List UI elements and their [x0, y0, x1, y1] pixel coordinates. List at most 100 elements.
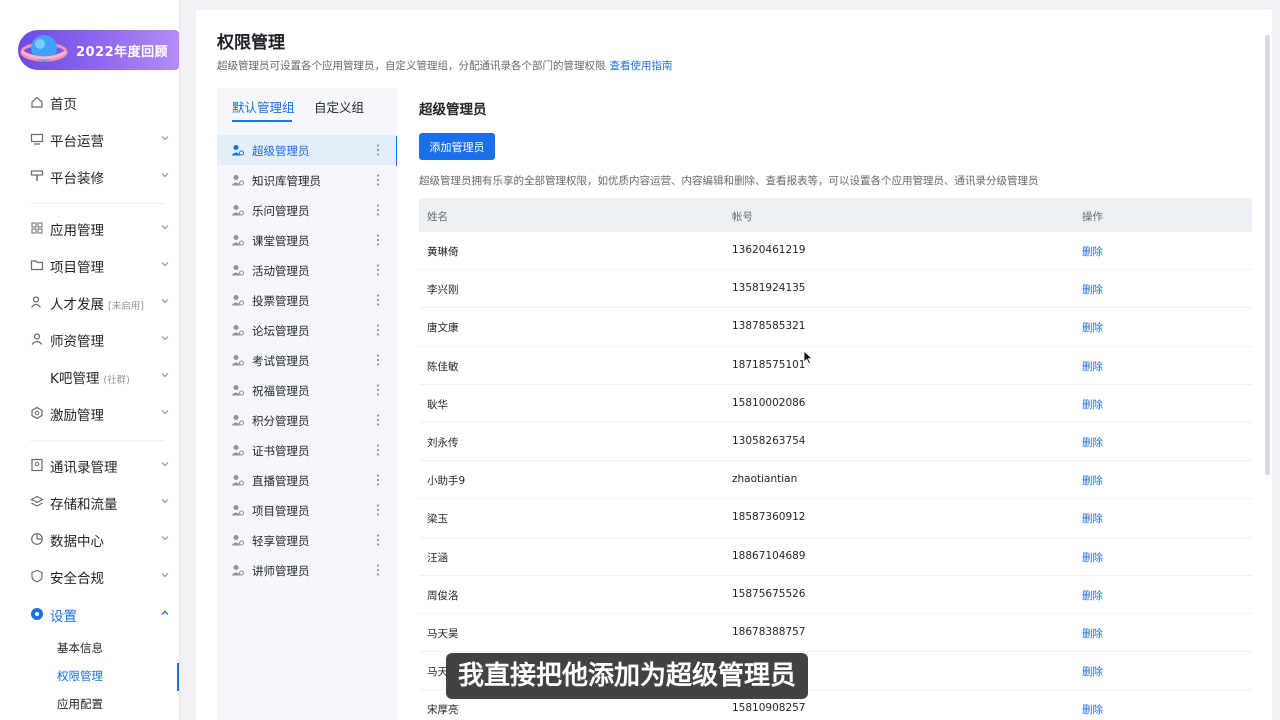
add-admin-button[interactable]: 添加管理员: [419, 133, 495, 160]
delete-link[interactable]: 删除: [1082, 511, 1103, 526]
cell-account: zhaotiantian: [732, 473, 798, 486]
year-review-banner[interactable]: 2022年度回顾: [18, 30, 179, 70]
more-vertical-icon[interactable]: [375, 473, 381, 487]
active-group-indicator: [396, 136, 397, 166]
section-title: 超级管理员: [419, 102, 487, 118]
nav-item-security[interactable]: 安全合规: [0, 560, 179, 592]
group-item[interactable]: 积分管理员: [217, 405, 397, 435]
delete-link[interactable]: 删除: [1082, 473, 1103, 488]
group-item[interactable]: 投票管理员: [217, 285, 397, 315]
nav-item-settings[interactable]: 设置: [0, 598, 179, 630]
group-item[interactable]: 知识库管理员: [217, 165, 397, 195]
user-icon: [231, 445, 244, 456]
user-icon: [231, 295, 244, 306]
nav-item-incentive[interactable]: 激励管理: [0, 397, 179, 429]
cell-account: 18867104689: [732, 549, 806, 562]
guide-link[interactable]: 查看使用指南: [610, 60, 673, 72]
group-item[interactable]: 讲师管理员: [217, 555, 397, 585]
more-vertical-icon[interactable]: [375, 383, 381, 397]
more-vertical-icon[interactable]: [375, 323, 381, 337]
more-vertical-icon[interactable]: [375, 173, 381, 187]
divider: [30, 203, 165, 204]
delete-link[interactable]: 删除: [1082, 282, 1103, 297]
delete-link[interactable]: 删除: [1082, 397, 1103, 412]
cell-account: 18718575101: [732, 358, 806, 371]
nav-item-label: 师资管理: [50, 334, 104, 350]
nav-item-label: 平台装修: [50, 171, 104, 187]
cell-account: 15810002086: [732, 396, 806, 409]
nav-item-label: 激励管理: [50, 408, 104, 424]
more-vertical-icon[interactable]: [375, 293, 381, 307]
group-item[interactable]: 课堂管理员: [217, 225, 397, 255]
more-vertical-icon[interactable]: [375, 233, 381, 247]
more-vertical-icon[interactable]: [375, 533, 381, 547]
nav-item-home[interactable]: 首页: [0, 86, 179, 118]
user-growth-icon: [31, 296, 41, 308]
delete-link[interactable]: 删除: [1082, 435, 1103, 450]
chevron-down-icon: [161, 299, 169, 304]
delete-link[interactable]: 删除: [1082, 550, 1103, 565]
nav-item-platform-decor[interactable]: 平台装修: [0, 160, 179, 192]
user-icon: [231, 505, 244, 516]
sub-item-basic-info[interactable]: 基本信息: [0, 635, 179, 661]
nav-item-teacher[interactable]: 师资管理: [0, 323, 179, 355]
group-item[interactable]: 轻享管理员: [217, 525, 397, 555]
delete-link[interactable]: 删除: [1082, 664, 1103, 679]
cell-account: 13620461219: [732, 244, 806, 256]
group-item[interactable]: 直播管理员: [217, 465, 397, 495]
scrollbar[interactable]: [1265, 35, 1270, 475]
settings-icon: [31, 608, 43, 620]
tab-active-indicator: [232, 120, 292, 122]
delete-link[interactable]: 删除: [1082, 626, 1103, 641]
table-row: 陈佳敏 18718575101 删除: [419, 347, 1252, 385]
group-item[interactable]: 项目管理员: [217, 495, 397, 525]
group-item[interactable]: 祝福管理员: [217, 375, 397, 405]
nav-item-talent[interactable]: 人才发展 [未启用]: [0, 286, 179, 318]
group-item[interactable]: 证书管理员: [217, 435, 397, 465]
more-vertical-icon[interactable]: [375, 263, 381, 277]
more-vertical-icon[interactable]: [375, 413, 381, 427]
tab-custom-groups[interactable]: 自定义组: [314, 97, 364, 116]
tab-default-groups[interactable]: 默认管理组: [232, 97, 295, 116]
more-vertical-icon[interactable]: [375, 203, 381, 217]
delete-link[interactable]: 删除: [1082, 702, 1103, 717]
cell-name: 汪涵: [427, 551, 448, 564]
sidebar: 2022年度回顾 首页 平台运营 平台装修 应用管理 项目管理 人才发展 [未启用…: [0, 0, 180, 720]
table-row: 小助手9 zhaotiantian 删除: [419, 461, 1252, 500]
nav-item-k-bar[interactable]: K吧管理 (社群): [0, 360, 179, 392]
chevron-down-icon: [161, 536, 169, 541]
group-item[interactable]: 乐问管理员: [217, 195, 397, 225]
nav-item-contacts[interactable]: 通讯录管理: [0, 449, 179, 481]
nav-item-tag: (社群): [103, 375, 130, 386]
nav-item-label: 应用管理: [50, 223, 104, 239]
more-vertical-icon[interactable]: [375, 563, 381, 577]
nav-item-data-center[interactable]: 数据中心: [0, 523, 179, 555]
more-vertical-icon[interactable]: [375, 143, 381, 157]
delete-link[interactable]: 删除: [1082, 588, 1103, 603]
group-item-label: 活动管理员: [252, 264, 310, 278]
group-item[interactable]: 考试管理员: [217, 345, 397, 375]
delete-link[interactable]: 删除: [1082, 244, 1103, 259]
table-row: 汪涵 18867104689 删除: [419, 538, 1252, 576]
more-vertical-icon[interactable]: [375, 503, 381, 517]
nav-item-storage[interactable]: 存储和流量: [0, 486, 179, 518]
delete-link[interactable]: 删除: [1082, 320, 1103, 335]
chevron-down-icon: [161, 225, 169, 230]
sub-item-permissions[interactable]: 权限管理: [0, 663, 179, 691]
folder-icon: [30, 260, 44, 271]
group-item[interactable]: 论坛管理员: [217, 315, 397, 345]
more-vertical-icon[interactable]: [375, 353, 381, 367]
nav-item-platform-ops[interactable]: 平台运营: [0, 123, 179, 155]
table-header: 姓名 帐号 操作: [419, 198, 1252, 232]
sub-item-app-config[interactable]: 应用配置: [0, 691, 179, 717]
group-item[interactable]: 超级管理员: [217, 135, 397, 165]
video-subtitle: 我直接把他添加为超级管理员: [446, 653, 809, 699]
group-item[interactable]: 活动管理员: [217, 255, 397, 285]
nav-item-app-mgmt[interactable]: 应用管理: [0, 212, 179, 244]
nav-item-project-mgmt[interactable]: 项目管理: [0, 249, 179, 281]
delete-link[interactable]: 删除: [1082, 359, 1103, 374]
more-vertical-icon[interactable]: [375, 443, 381, 457]
nav-item-tag: [未启用]: [108, 301, 144, 312]
user-icon: [231, 535, 244, 546]
nav-item-label: 通讯录管理: [50, 460, 118, 476]
